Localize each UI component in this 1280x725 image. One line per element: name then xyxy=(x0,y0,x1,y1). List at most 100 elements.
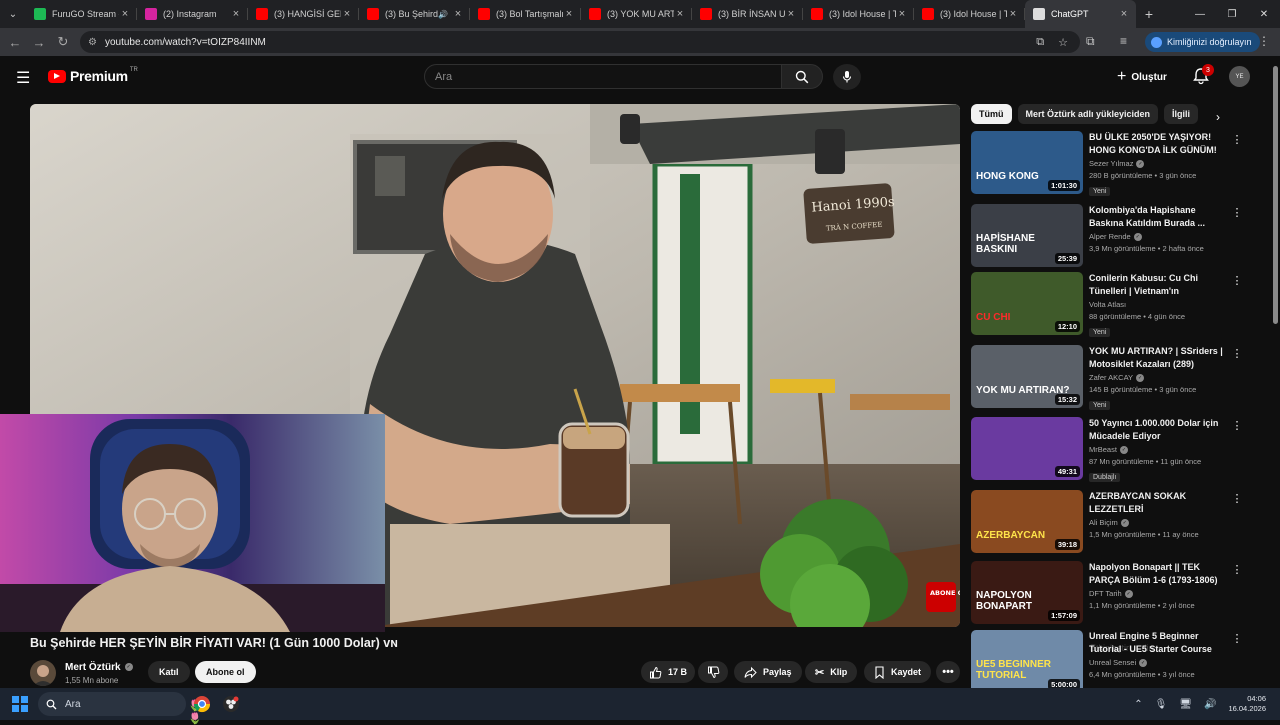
join-button[interactable]: Katıl xyxy=(148,661,190,683)
video-thumbnail[interactable]: AZERBAYCAN 39:18 xyxy=(971,490,1083,553)
related-more-icon[interactable]: ⋮ xyxy=(1231,632,1243,645)
channel-avatar[interactable] xyxy=(30,660,56,686)
volume-icon[interactable]: 🔊 xyxy=(1204,699,1216,710)
related-channel-name[interactable]: MrBeast xyxy=(1089,445,1117,454)
tab-audio-icon[interactable]: 🔊 xyxy=(438,10,448,19)
browser-tab[interactable]: (3) Idol House | Tr × xyxy=(914,0,1025,28)
taskbar-clock[interactable]: 04:06 16.04.2026 xyxy=(1228,694,1266,714)
omnibox[interactable]: ⚙ youtube.com/watch?v=tOIZP84IINM ⧉ ☆ xyxy=(80,31,1080,53)
subscribe-button[interactable]: Abone ol xyxy=(195,661,256,683)
related-video-title[interactable]: Napolyon Bonapart || TEK PARÇA Bölüm 1-6… xyxy=(1089,561,1229,587)
related-channel-name[interactable]: Ali Biçim xyxy=(1089,518,1118,527)
more-actions-button[interactable]: ••• xyxy=(936,661,960,683)
dislike-button[interactable] xyxy=(698,661,728,683)
maximize-button[interactable]: ❐ xyxy=(1216,0,1248,28)
scrollbar-thumb[interactable] xyxy=(1273,66,1278,324)
video-thumbnail[interactable]: YOK MU ARTIRAN? 15:32 xyxy=(971,345,1083,408)
browser-tab[interactable]: (3) Bol Tartışmalı × xyxy=(470,0,581,28)
chip-all[interactable]: Tümü xyxy=(971,104,1012,124)
save-button[interactable]: Kaydet xyxy=(864,661,932,683)
related-video-title[interactable]: 50 Yayıncı 1.000.000 Dolar için Mücadele… xyxy=(1089,417,1229,443)
related-video-title[interactable]: Kolombiya'da Hapishane Baskına Katıldım … xyxy=(1089,204,1229,230)
related-channel-name[interactable]: Sezer Yılmaz xyxy=(1089,159,1133,168)
related-channel-name[interactable]: DFT Tarih xyxy=(1089,589,1122,598)
related-video-title[interactable]: Conilerin Kabusu: Cu Chi Tünelleri | Vie… xyxy=(1089,272,1229,298)
video-thumbnail[interactable]: 49:31 xyxy=(971,417,1083,480)
minimize-button[interactable]: — xyxy=(1184,0,1216,28)
browser-tab[interactable]: (3) HANGİSİ GERÇ× xyxy=(248,0,359,28)
network-icon[interactable]: 🖥 xyxy=(1179,699,1192,710)
search-button[interactable] xyxy=(781,64,823,89)
related-video-item[interactable]: HONG KONG 1:01:30 BU ÜLKE 2050'DE YAŞIYOR!… xyxy=(971,131,1251,197)
related-more-icon[interactable]: ⋮ xyxy=(1231,492,1243,505)
tab-close-icon[interactable]: × xyxy=(674,8,686,20)
tray-overflow-icon[interactable]: ⌃ xyxy=(1134,699,1142,710)
related-video-title[interactable]: AZERBAYCAN SOKAK LEZZETLERİ xyxy=(1089,490,1229,516)
related-more-icon[interactable]: ⋮ xyxy=(1231,133,1243,146)
related-video-item[interactable]: 49:31 50 Yayıncı 1.000.000 Dolar için Müc… xyxy=(971,417,1251,483)
reading-mode-icon[interactable]: ≡ xyxy=(1120,34,1127,48)
related-more-icon[interactable]: ⋮ xyxy=(1231,347,1243,360)
obs-taskbar-icon[interactable] xyxy=(220,693,242,715)
like-button[interactable]: 17 B xyxy=(641,661,696,683)
video-thumbnail[interactable]: NAPOLYON BONAPART 1:57:09 xyxy=(971,561,1083,624)
tab-close-icon[interactable]: × xyxy=(1118,8,1130,20)
browser-tab[interactable]: FuruGO Stream - × xyxy=(26,0,137,28)
voice-search-button[interactable] xyxy=(833,64,861,90)
tab-close-icon[interactable]: × xyxy=(785,8,797,20)
related-more-icon[interactable]: ⋮ xyxy=(1231,274,1243,287)
related-video-title[interactable]: BU ÜLKE 2050'DE YAŞIYOR! HONG KONG'DA İL… xyxy=(1089,131,1229,157)
related-more-icon[interactable]: ⋮ xyxy=(1231,206,1243,219)
browser-tab[interactable]: (3) YOK MU ARTIR× xyxy=(581,0,692,28)
profile-button[interactable]: Kimliğinizi doğrulayın xyxy=(1145,32,1260,52)
related-video-item[interactable]: UE5 BEGINNER TUTORIAL 5:00:00 Unreal Engin… xyxy=(971,630,1251,696)
tab-close-icon[interactable]: × xyxy=(341,8,353,20)
account-avatar[interactable]: YE xyxy=(1229,66,1250,87)
video-thumbnail[interactable]: HAPİSHANE BASKINI 25:39 xyxy=(971,204,1083,267)
tab-close-icon[interactable]: × xyxy=(1007,8,1019,20)
browser-tab[interactable]: (3) Idol House | Tr × xyxy=(803,0,914,28)
back-button[interactable]: ← xyxy=(3,35,27,50)
related-channel-name[interactable]: Alper Rende xyxy=(1089,232,1131,241)
related-video-item[interactable]: HAPİSHANE BASKINI 25:39 Kolombiya'da Hapis… xyxy=(971,204,1251,270)
browser-tab[interactable]: ChatGPT × xyxy=(1025,0,1136,28)
related-video-item[interactable]: AZERBAYCAN 39:18 AZERBAYCAN SOKAK LEZZETLE… xyxy=(971,490,1251,556)
channel-name[interactable]: Mert Öztürk xyxy=(65,662,121,673)
taskbar-search[interactable]: Ara 🌷🌷 xyxy=(38,692,202,725)
related-more-icon[interactable]: ⋮ xyxy=(1231,419,1243,432)
tab-close-icon[interactable]: × xyxy=(230,8,242,20)
chip-from-uploader[interactable]: Mert Öztürk adlı yükleyiciden xyxy=(1017,104,1159,124)
windows-start-icon[interactable] xyxy=(12,696,28,712)
video-thumbnail[interactable]: HONG KONG 1:01:30 xyxy=(971,131,1083,194)
url-text[interactable]: youtube.com/watch?v=tOIZP84IINM xyxy=(105,37,266,48)
youtube-logo[interactable]: Premium TR xyxy=(48,67,138,84)
video-thumbnail[interactable]: UE5 BEGINNER TUTORIAL 5:00:00 xyxy=(971,630,1083,693)
chevron-right-icon[interactable]: › xyxy=(1216,110,1220,124)
close-window-button[interactable]: ✕ xyxy=(1248,0,1280,28)
microphone-tray-icon[interactable]: 🎙 xyxy=(1155,699,1168,710)
related-video-item[interactable]: CU CHI 12:10 Conilerin Kabusu: Cu Chi Tüne… xyxy=(971,272,1251,338)
browser-tab[interactable]: (3) BİR İNSAN UY × xyxy=(692,0,803,28)
tab-close-icon[interactable]: × xyxy=(563,8,575,20)
related-channel-name[interactable]: Unreal Sensei xyxy=(1089,658,1136,667)
bookmark-star-icon[interactable]: ☆ xyxy=(1058,36,1068,49)
tab-close-icon[interactable]: × xyxy=(452,8,464,20)
browser-tab[interactable]: (3) Bu Şehirde 🔊 × xyxy=(359,0,470,28)
related-video-title[interactable]: YOK MU ARTIRAN? | SSriders | Motosiklet … xyxy=(1089,345,1229,371)
chip-related[interactable]: İlgili xyxy=(1164,104,1199,124)
related-channel-name[interactable]: Volta Atlası xyxy=(1089,300,1126,309)
video-thumbnail[interactable]: CU CHI 12:10 xyxy=(971,272,1083,335)
install-app-icon[interactable]: ⧉ xyxy=(1036,36,1044,49)
related-more-icon[interactable]: ⋮ xyxy=(1231,563,1243,576)
forward-button[interactable]: → xyxy=(27,35,51,50)
tab-search-dropdown[interactable]: ⌄ xyxy=(0,0,26,28)
extensions-icon[interactable]: ⧉ xyxy=(1086,34,1095,49)
chrome-taskbar-icon[interactable] xyxy=(191,693,213,715)
hamburger-menu-icon[interactable]: ☰ xyxy=(16,68,30,88)
tab-close-icon[interactable]: × xyxy=(896,8,908,20)
search-input[interactable]: Ara xyxy=(424,64,782,89)
new-tab-button[interactable]: + xyxy=(1136,6,1162,22)
clip-button[interactable]: ✂ Klip xyxy=(805,661,858,683)
browser-tab[interactable]: (2) Instagram × xyxy=(137,0,248,28)
related-channel-name[interactable]: Zafer AKCAY xyxy=(1089,373,1133,382)
